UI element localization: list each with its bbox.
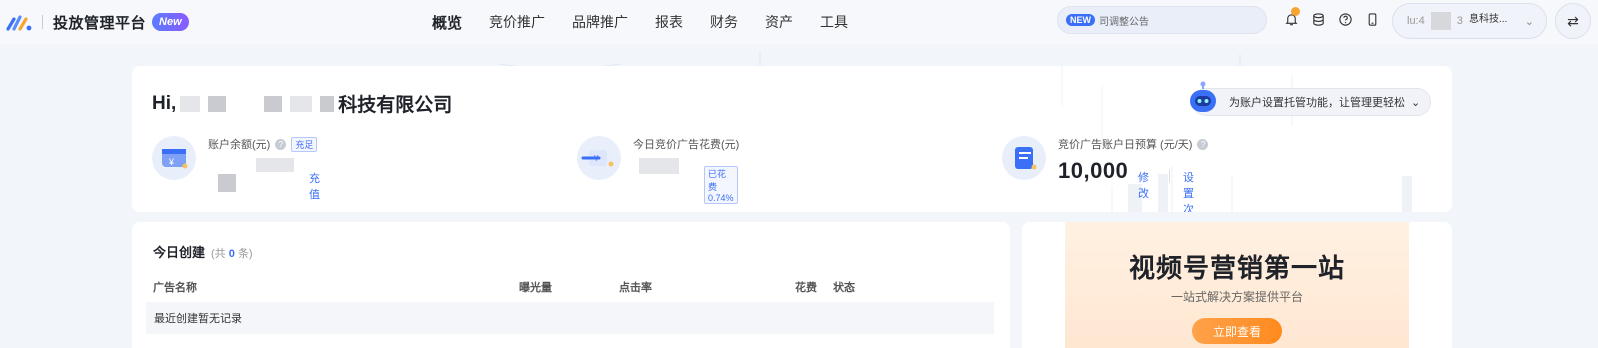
logo-icon [6,15,32,31]
account-mask [1430,12,1451,30]
mobile-icon[interactable] [1364,11,1380,27]
column-cost: 花费 [795,282,817,294]
masked-name-4 [290,95,313,112]
brand-title: 投放管理平台 [53,14,147,32]
spend-icon: ¥ [577,136,621,180]
greeting-prefix: Hi, [152,92,177,114]
daily-budget-label-text: 竞价广告账户日预算 (元/天) [1058,139,1193,151]
masked-spend [639,158,679,174]
today-created-title: 今日创建 (共 0 条) [153,242,253,261]
nav-item-assets[interactable]: 资产 [765,12,793,32]
notice-new-tag: NEW [1066,14,1095,26]
nav-item-bidding-promotion[interactable]: 竞价推广 [489,12,545,32]
managed-mode-tip[interactable]: 为账户设置托管功能，让管理更轻松 ⌄ [1190,81,1432,116]
count-prefix: (共 [211,248,226,260]
chevron-down-icon: ⌄ [1411,96,1421,109]
managed-mode-text: 为账户设置托管功能，让管理更轻松 [1229,97,1405,109]
masked-name-1 [180,95,201,112]
empty-state-row: 最近创建暂无记录 [146,302,994,334]
promo-banner[interactable]: 视频号营销第一站 一站式解决方案提供平台 立即查看 [1065,222,1409,348]
nav-item-tools[interactable]: 工具 [820,12,848,32]
nav-item-finance[interactable]: 财务 [710,12,738,32]
column-ad-name: 广告名称 [153,282,197,294]
daily-budget-value: 10,000 [1058,158,1129,183]
greeting: Hi, 科技有限公司 [152,90,452,117]
promo-title: 视频号营销第一站 [1128,253,1345,283]
help-icon[interactable] [1337,11,1353,27]
notification-dot [1291,7,1300,16]
brand[interactable]: 投放管理平台 New [6,10,189,34]
account-id-prefix: lu:4 [1407,15,1425,27]
today-spend-label: 今日竞价广告花费(元) [633,139,740,151]
top-navigation-bar: 投放管理平台 New 概览 竞价推广 品牌推广 报表 财务 资产 工具 NEW … [0,0,1598,44]
today-created-title-text: 今日创建 [153,245,206,260]
robot-icon [1190,81,1216,112]
masked-balance-1 [256,158,294,172]
masked-name-5 [320,95,335,112]
count-value: 0 [228,248,235,260]
column-status: 状态 [833,282,855,294]
account-id-suffix: 3 [1456,15,1463,27]
brand-divider [42,15,43,29]
spent-percentage-tag: 已花费 0.74% [704,166,738,204]
main-nav: 概览 竞价推广 品牌推广 报表 财务 资产 工具 [432,0,875,44]
balance-label-text: 账户余额(元) [208,139,271,151]
modify-budget-link[interactable]: 修改 [1138,169,1149,201]
help-icon[interactable]: ? [1197,138,1209,150]
top-icon-group [1283,7,1391,27]
wallet-icon: ¥ [152,136,196,180]
notice-bar[interactable]: NEW 司调整公告 [1057,6,1267,34]
chevron-down-icon: ⌄ [1524,16,1534,28]
masked-name-3 [264,95,283,112]
nav-item-reports[interactable]: 报表 [655,12,683,32]
next-day-budget-link[interactable]: 设置次日预算 [1183,169,1194,212]
notice-text: 司调整公告 [1099,16,1149,28]
today-created-card: 今日创建 (共 0 条) 广告名称 曝光量 点击率 花费 状态 最近创建暂无记录 [132,222,1010,348]
masked-name-2 [208,95,227,112]
column-impressions: 曝光量 [519,282,552,294]
account-summary-card: Hi, 科技有限公司 为账户设置托管功能，让管理更轻松 ⌄ ¥ 账户余额(元) … [132,66,1452,212]
switch-icon[interactable]: ⇄ [1555,3,1591,39]
link-divider [1169,170,1170,182]
nav-item-brand-promotion[interactable]: 品牌推广 [572,12,628,32]
column-ctr: 点击率 [619,282,652,294]
balance-label: 账户余额(元) ? 充足 [208,136,318,152]
today-created-count: (共 0 条) [211,245,253,261]
bell-icon[interactable] [1283,7,1300,27]
daily-budget-label: 竞价广告账户日预算 (元/天) ? [1058,136,1209,152]
account-switcher[interactable]: lu:4 3 息科技... ⌄ [1392,3,1547,39]
promo-card: 视频号营销第一站 一站式解决方案提供平台 立即查看 [1022,222,1452,348]
count-suffix: 条) [237,248,253,260]
company-name-suffix: 科技有限公司 [338,95,453,116]
nav-item-overview[interactable]: 概览 [432,12,462,33]
account-name: 息科技... [1469,14,1508,25]
budget-document-icon [1002,136,1046,180]
svg-text:¥: ¥ [168,157,175,167]
recharge-link[interactable]: 充值 [309,170,320,202]
help-icon[interactable]: ? [275,138,287,150]
balance-status-tag: 充足 [291,136,318,152]
database-icon[interactable] [1310,11,1326,27]
masked-balance-2 [218,174,236,192]
promo-subtitle: 一站式解决方案提供平台 [1170,290,1303,304]
view-now-button[interactable]: 立即查看 [1192,318,1282,344]
new-badge: New [152,13,189,31]
